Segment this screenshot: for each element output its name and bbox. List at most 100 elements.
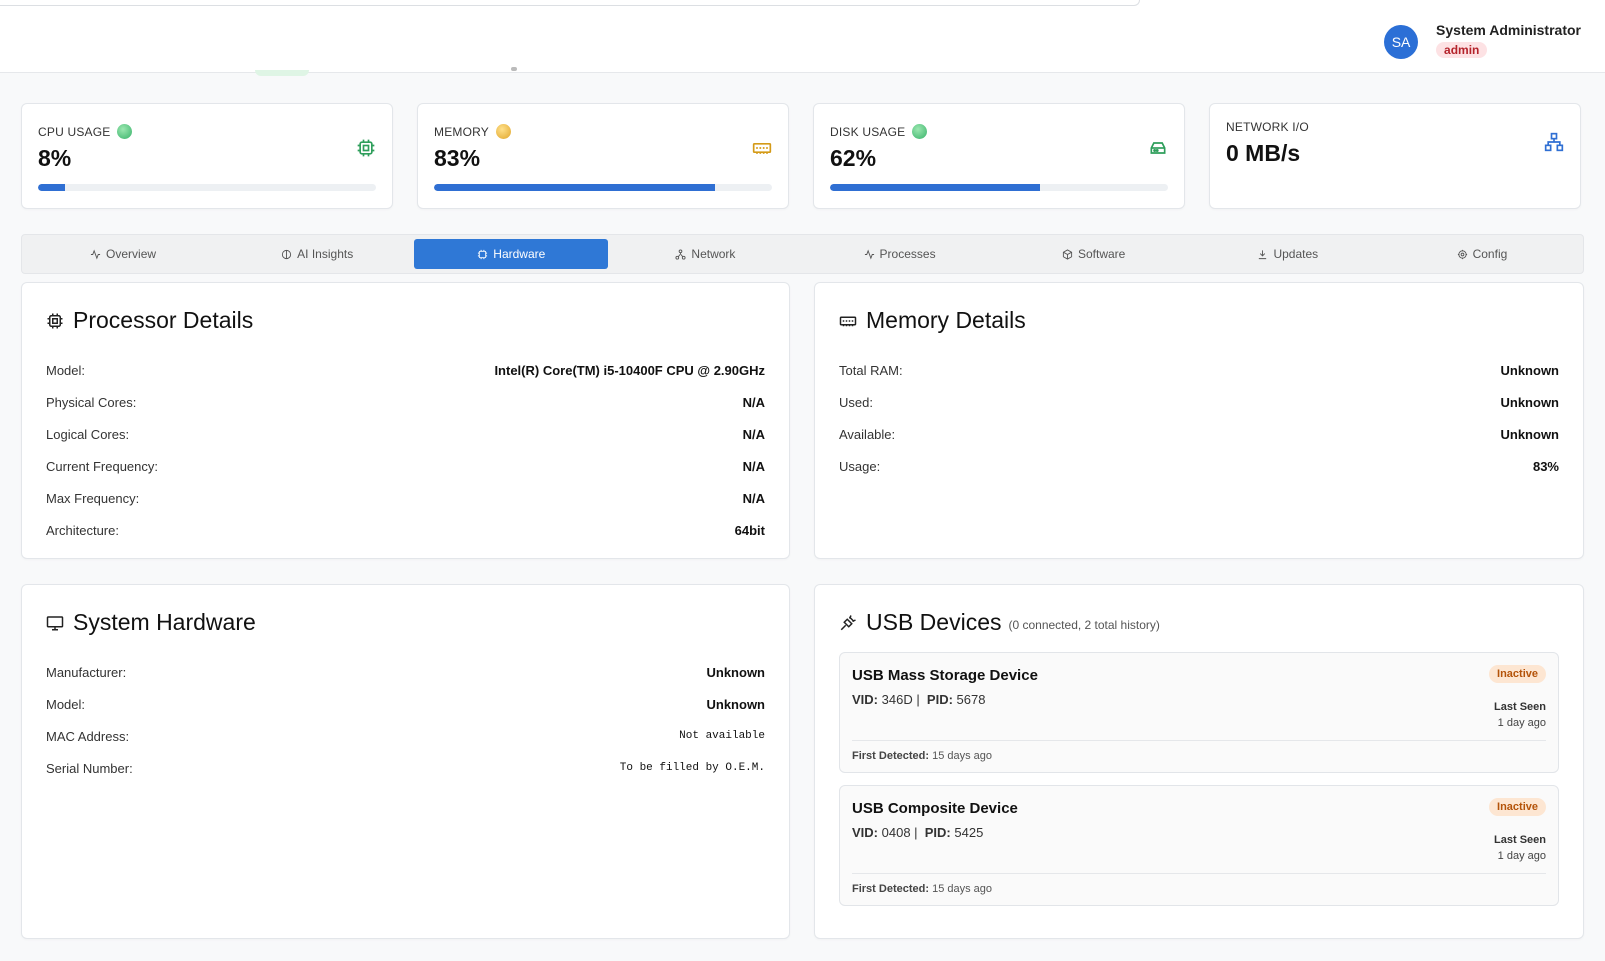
tab-updates[interactable]: Updates <box>1191 239 1385 269</box>
row-label: Architecture: <box>46 522 119 538</box>
first-detected: First Detected: 15 days ago <box>852 740 1546 762</box>
row-value: N/A <box>742 426 765 442</box>
vid-label: VID: <box>852 692 878 707</box>
row-label: MAC Address: <box>46 728 130 744</box>
system-hardware-panel: System Hardware Manufacturer: Unknown Mod… <box>21 584 790 939</box>
tab-label: Processes <box>879 247 936 261</box>
row-value: 83% <box>1532 458 1559 474</box>
usb-device-card[interactable]: USB Composite Device VID: 0408 | PID: 54… <box>839 785 1559 906</box>
network-io-card: NETWORK I/O 0 MB/s <box>1209 103 1581 209</box>
row-value: N/A <box>742 394 765 410</box>
row-label: Total RAM: <box>839 362 903 378</box>
last-seen-label: Last Seen <box>1494 834 1546 846</box>
tab-label: Software <box>1078 247 1126 261</box>
vid-label: VID: <box>852 825 878 840</box>
tab-config[interactable]: Config <box>1385 239 1579 269</box>
tab-ai-insights[interactable]: AI Insights <box>220 239 414 269</box>
row-label: Current Frequency: <box>46 458 158 474</box>
info-row: Total RAM: Unknown <box>839 354 1559 386</box>
status-badge: Inactive <box>1489 665 1546 683</box>
tab-software[interactable]: Software <box>997 239 1191 269</box>
last-seen-label: Last Seen <box>1494 701 1546 713</box>
tab-overview[interactable]: Overview <box>26 239 220 269</box>
usb-device-card[interactable]: USB Mass Storage Device VID: 346D | PID:… <box>839 652 1559 773</box>
role-badge: admin <box>1436 42 1488 58</box>
panel-title: Memory Details <box>866 307 1026 333</box>
info-row: Model: Unknown <box>46 688 765 720</box>
top-bar: SA System Administrator admin <box>0 0 1605 73</box>
network-icon <box>675 248 686 260</box>
network-io-label: NETWORK I/O <box>1226 120 1309 134</box>
tab-label: Overview <box>106 247 157 261</box>
info-row: Usage: 83% <box>839 450 1559 482</box>
tab-label: Network <box>691 247 736 261</box>
info-row: Architecture: 64bit <box>46 514 765 546</box>
panel-title: System Hardware <box>73 609 256 635</box>
vid-value: 346D <box>881 692 913 707</box>
info-row: Current Frequency: N/A <box>46 450 765 482</box>
info-row: Used: Unknown <box>839 386 1559 418</box>
tab-label: Config <box>1472 247 1508 261</box>
network-icon <box>1544 132 1564 152</box>
usb-device-name: USB Mass Storage Device <box>852 667 1038 684</box>
disk-icon <box>1150 142 1166 154</box>
last-seen-value: 1 day ago <box>1497 850 1546 862</box>
row-value: Not available <box>679 730 765 742</box>
row-label: Model: <box>46 362 86 378</box>
cpu-icon <box>47 313 63 328</box>
disk-usage-value: 62% <box>830 145 877 171</box>
disk-usage-label: DISK USAGE <box>830 124 906 139</box>
usb-count-summary: (0 connected, 2 total history) <box>1008 617 1160 632</box>
cpu-usage-label: CPU USAGE <box>38 124 111 139</box>
row-label: Serial Number: <box>46 760 133 776</box>
search-bar-edge <box>0 0 1140 6</box>
tab-network[interactable]: Network <box>608 239 802 269</box>
memory-card: MEMORY 83% <box>417 103 789 209</box>
tab-hardware[interactable]: Hardware <box>414 239 609 269</box>
pid-value: 5425 <box>954 825 984 840</box>
user-menu[interactable]: SA System Administrator admin <box>1384 22 1581 59</box>
info-row: MAC Address: Not available <box>46 720 765 752</box>
info-row: Model: Intel(R) Core(TM) i5-10400F CPU @ … <box>46 354 765 386</box>
cpu-icon <box>357 139 375 157</box>
first-detected-label: First Detected: <box>852 750 930 762</box>
info-row: Available: Unknown <box>839 418 1559 450</box>
tab-bar: Overview AI Insights Hardware Network Pr… <box>21 234 1584 274</box>
pid-label: PID: <box>926 692 953 707</box>
avatar[interactable]: SA <box>1384 25 1419 59</box>
cpu-usage-value: 8% <box>38 145 72 171</box>
disk-usage-bar <box>830 184 1168 191</box>
package-icon <box>1062 248 1073 260</box>
status-pill-partial <box>255 70 309 76</box>
brain-icon <box>282 249 292 259</box>
memory-details-panel: Memory Details Total RAM: Unknown Used: Un… <box>814 282 1584 559</box>
row-value: N/A <box>742 490 765 506</box>
pid-value: 5678 <box>956 692 986 707</box>
row-label: Used: <box>839 394 873 410</box>
vid-value: 0408 <box>881 825 911 840</box>
activity-icon <box>90 249 101 259</box>
text-fragment <box>511 67 517 71</box>
row-label: Model: <box>46 696 86 712</box>
panel-title: USB Devices <box>866 609 1002 635</box>
cpu-usage-card: CPU USAGE 8% <box>21 103 393 209</box>
progress-fill <box>830 184 1040 191</box>
status-dot <box>117 124 133 139</box>
row-label: Physical Cores: <box>46 394 137 410</box>
info-row: Physical Cores: N/A <box>46 386 765 418</box>
last-seen-value: 1 day ago <box>1497 717 1546 729</box>
row-value: Intel(R) Core(TM) i5-10400F CPU @ 2.90GH… <box>494 362 765 378</box>
last-seen: Last Seen 1 day ago <box>1494 699 1546 731</box>
monitor-icon <box>46 615 64 630</box>
activity-icon <box>864 249 874 259</box>
tab-processes[interactable]: Processes <box>803 239 997 269</box>
pid-label: PID: <box>924 825 951 840</box>
first-detected-value: 15 days ago <box>932 750 993 762</box>
first-detected-label: First Detected: <box>852 883 930 895</box>
processor-details-panel: Processor Details Model: Intel(R) Core(TM… <box>21 282 790 559</box>
tab-label: AI Insights <box>297 247 354 261</box>
usb-plug-icon <box>840 614 856 630</box>
row-label: Logical Cores: <box>46 426 130 442</box>
info-row: Logical Cores: N/A <box>46 418 765 450</box>
download-icon <box>1259 249 1267 259</box>
